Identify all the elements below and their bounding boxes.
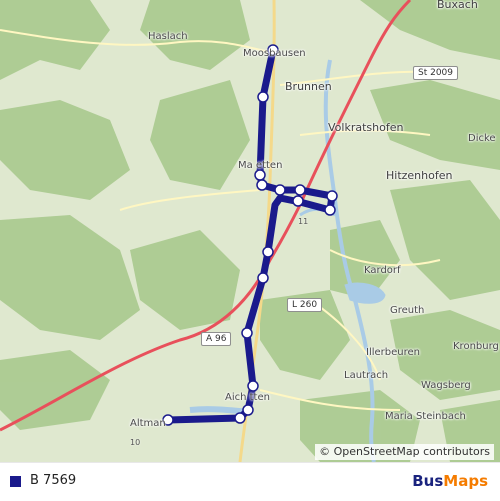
place-label-lautrach: Lautrach [344, 370, 389, 381]
map-attribution[interactable]: © OpenStreetMap contributors [315, 444, 494, 460]
bus-stop[interactable] [241, 327, 253, 339]
bus-stop[interactable] [292, 195, 304, 207]
busmaps-logo[interactable]: BusMaps [412, 472, 488, 490]
place-label-dicke: Dicke [468, 133, 496, 144]
place-label-mammetten: Ma etten [238, 160, 283, 171]
road-shield-a96: A 96 [201, 332, 232, 346]
brand-part-2: Maps [443, 472, 488, 490]
brand-part-1: Bus [412, 472, 444, 490]
bus-stop[interactable] [257, 91, 269, 103]
place-label-wagsberg: Wagsberg [421, 380, 471, 391]
bus-stop[interactable] [326, 190, 338, 202]
place-label-haslach: Haslach [148, 31, 188, 42]
bus-stop[interactable] [257, 272, 269, 284]
legend-route-label: B 7569 [30, 473, 77, 488]
bus-stop[interactable] [242, 404, 254, 416]
place-label-aichstetten: Aich tten [225, 392, 270, 403]
road-shield-st2009: St 2009 [413, 66, 459, 80]
place-label-brunnen: Brunnen [285, 80, 332, 93]
place-label-kardorf: Kardorf [364, 265, 401, 276]
place-label-moosbausen: Moosbausen [243, 48, 306, 59]
bus-stop[interactable] [324, 204, 336, 216]
place-label-kronburg: Kronburg [453, 341, 499, 352]
place-label-altmannshofen: Altman [130, 418, 166, 429]
route-number-10: 10 [130, 438, 141, 447]
bus-stop[interactable] [254, 169, 266, 181]
bus-stop[interactable] [294, 184, 306, 196]
bus-stop[interactable] [256, 179, 268, 191]
map-view[interactable]: Buxach Haslach Moosbausen Brunnen Volkra… [0, 0, 500, 462]
place-label-volkratshofen: Volkratshofen [328, 121, 404, 134]
place-label-buxach: Buxach [437, 0, 478, 11]
place-label-illerbeuren: Illerbeuren [366, 347, 420, 358]
bus-stop[interactable] [262, 246, 274, 258]
route-number-11: 11 [298, 217, 309, 226]
place-label-hitzenhofen: Hitzenhofen [386, 169, 453, 182]
road-shield-l260: L 260 [287, 298, 323, 312]
place-label-greuth: Greuth [390, 305, 425, 316]
bus-stop[interactable] [247, 380, 259, 392]
bus-stop[interactable] [274, 184, 286, 196]
place-label-maria-steinbach: Maria Steinbach [385, 411, 466, 422]
legend-color-swatch [10, 476, 21, 487]
legend-bar: B 7569 BusMaps [0, 462, 500, 501]
bus-stop[interactable] [234, 412, 246, 424]
